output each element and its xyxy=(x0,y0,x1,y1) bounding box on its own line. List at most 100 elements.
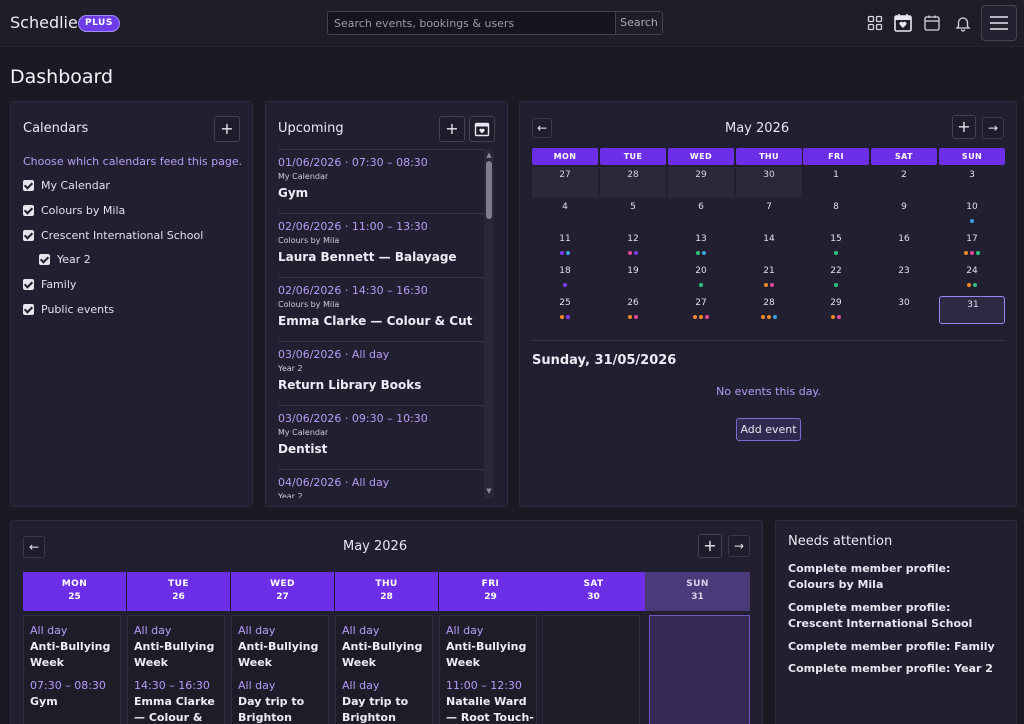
week-event[interactable]: All day Anti-Bullying Week xyxy=(238,624,328,671)
bell-icon[interactable] xyxy=(954,14,972,32)
upcoming-item[interactable]: 01/06/2026 · 07:30 – 08:30 My Calendar Gym xyxy=(278,150,484,214)
calendar-day-cell[interactable]: 18 xyxy=(532,263,598,294)
calendar-day-cell[interactable]: 6 xyxy=(668,199,734,230)
calendar-day-cell[interactable]: 25 xyxy=(532,295,598,326)
calendar-day-cell[interactable]: 12 xyxy=(600,231,666,262)
calendar-day-cell[interactable]: 9 xyxy=(871,199,937,230)
calendar-item[interactable]: Public events xyxy=(23,302,243,318)
next-week-button[interactable]: → xyxy=(728,535,750,557)
calendar-day-cell[interactable]: 2 xyxy=(871,167,937,198)
add-upcoming-button[interactable]: + xyxy=(439,116,465,142)
calendar-day-cell[interactable]: 13 xyxy=(668,231,734,262)
calendar-item[interactable]: Family xyxy=(23,277,243,293)
week-day-column[interactable]: All day Anti-Bullying Week All day Day trip… xyxy=(231,615,329,724)
calendar-day-cell[interactable]: 26 xyxy=(600,295,666,326)
apps-grid-icon[interactable] xyxy=(866,14,884,32)
calendar-day-cell[interactable]: 17 xyxy=(939,231,1005,262)
attention-item[interactable]: Complete member profile: Family xyxy=(788,639,1000,655)
upcoming-list[interactable]: 01/06/2026 · 07:30 – 08:30 My Calendar Gym… xyxy=(278,149,484,498)
prev-month-button[interactable]: ← xyxy=(532,118,552,138)
calendar-day-cell[interactable]: 15 xyxy=(803,231,869,262)
calendar-day-cell[interactable]: 28 xyxy=(736,295,802,326)
week-day-column[interactable] xyxy=(542,615,640,724)
calendar-day-cell[interactable]: 29 xyxy=(803,295,869,326)
week-day-column[interactable] xyxy=(649,615,750,724)
week-day-column[interactable]: All day Anti-Bullying Week 14:30 – 16:30 Em… xyxy=(127,615,225,724)
week-day-column[interactable]: All day Anti-Bullying Week 07:30 – 08:30 Gy… xyxy=(23,615,121,724)
calendar-day-cell[interactable]: 10 xyxy=(939,199,1005,230)
calendar-day-cell[interactable]: 30 xyxy=(871,295,937,326)
attention-item[interactable]: Complete member profile: Year 2 xyxy=(788,661,1000,677)
calendar-day-cell[interactable]: 19 xyxy=(600,263,666,294)
search-input[interactable] xyxy=(328,12,615,34)
week-event[interactable]: All day Anti-Bullying Week xyxy=(446,624,536,671)
app-logo[interactable]: Schedlie xyxy=(10,13,78,32)
calendar-day-cell[interactable]: 24 xyxy=(939,263,1005,294)
week-event[interactable]: 14:30 – 16:30 Emma Clarke — Colour & Cut xyxy=(134,679,224,724)
week-day-header[interactable]: TUE 26 xyxy=(127,572,230,611)
checkbox[interactable] xyxy=(23,230,34,241)
calendar-day-cell[interactable]: 14 xyxy=(736,231,802,262)
week-day-header[interactable]: SUN 31 xyxy=(645,572,750,611)
upcoming-item[interactable]: 04/06/2026 · All day Year 2 xyxy=(278,470,484,498)
calendar-day-cell[interactable]: 20 xyxy=(668,263,734,294)
checkbox[interactable] xyxy=(23,304,34,315)
calendar-day-cell[interactable]: 27 xyxy=(668,295,734,326)
calendar-item[interactable]: Crescent International School xyxy=(23,228,243,244)
hamburger-menu-button[interactable] xyxy=(981,5,1017,41)
week-event[interactable]: All day Anti-Bullying Week xyxy=(30,624,120,671)
calendar-day-cell[interactable]: 29 xyxy=(668,167,734,198)
upcoming-item[interactable]: 02/06/2026 · 11:00 – 13:30 Colours by Mil… xyxy=(278,214,484,278)
next-month-button[interactable]: → xyxy=(982,117,1004,139)
calendar-heart-icon[interactable] xyxy=(893,13,913,33)
calendar-day-cell[interactable]: 3 xyxy=(939,167,1005,198)
week-day-column[interactable]: All day Anti-Bullying Week All day Day trip… xyxy=(335,615,433,724)
upcoming-item[interactable]: 03/06/2026 · 09:30 – 10:30 My Calendar Den… xyxy=(278,406,484,470)
week-day-header[interactable]: FRI 29 xyxy=(439,572,542,611)
search-button[interactable]: Search xyxy=(615,12,662,34)
week-event[interactable]: 07:30 – 08:30 Gym xyxy=(30,679,120,710)
week-event[interactable]: All day Anti-Bullying Week xyxy=(342,624,432,671)
calendar-icon[interactable] xyxy=(923,14,941,32)
week-event[interactable]: 11:00 – 12:30 Natalie Ward — Root Touch-U… xyxy=(446,679,536,724)
calendar-day-cell[interactable]: 27 xyxy=(532,167,598,198)
upcoming-item[interactable]: 02/06/2026 · 14:30 – 16:30 Colours by Mil… xyxy=(278,278,484,342)
calendar-day-cell[interactable]: 1 xyxy=(803,167,869,198)
calendar-day-cell[interactable]: 30 xyxy=(736,167,802,198)
calendar-day-cell[interactable]: 21 xyxy=(736,263,802,294)
calendar-day-cell[interactable]: 22 xyxy=(803,263,869,294)
add-week-event-button[interactable]: + xyxy=(698,534,722,558)
checkbox[interactable] xyxy=(23,180,34,191)
add-calendar-button[interactable]: + xyxy=(214,116,240,142)
week-day-header[interactable]: THU 28 xyxy=(335,572,438,611)
calendar-item[interactable]: Colours by Mila xyxy=(23,203,243,219)
calendar-day-cell[interactable]: 11 xyxy=(532,231,598,262)
calendar-item[interactable]: My Calendar xyxy=(23,178,243,194)
calendar-day-cell[interactable]: 4 xyxy=(532,199,598,230)
calendar-day-cell[interactable]: 7 xyxy=(736,199,802,230)
calendar-day-cell[interactable]: 23 xyxy=(871,263,937,294)
checkbox[interactable] xyxy=(23,205,34,216)
calendar-day-cell[interactable]: 16 xyxy=(871,231,937,262)
upcoming-item[interactable]: 03/06/2026 · All day Year 2 Return Library… xyxy=(278,342,484,406)
calendar-day-cell[interactable]: 8 xyxy=(803,199,869,230)
week-day-header[interactable]: WED 27 xyxy=(231,572,334,611)
week-day-header[interactable]: MON 25 xyxy=(23,572,126,611)
calendar-day-cell[interactable]: 28 xyxy=(600,167,666,198)
prev-week-button[interactable]: ← xyxy=(23,536,45,558)
checkbox[interactable] xyxy=(23,279,34,290)
scroll-thumb[interactable] xyxy=(486,161,492,219)
scroll-up-icon[interactable]: ▲ xyxy=(485,151,493,159)
week-event[interactable]: All day Anti-Bullying Week xyxy=(134,624,224,671)
week-day-column[interactable]: All day Anti-Bullying Week 11:00 – 12:30 Na… xyxy=(439,615,537,724)
checkbox[interactable] xyxy=(39,254,50,265)
week-day-header[interactable]: SAT 30 xyxy=(542,572,645,611)
scroll-down-icon[interactable]: ▼ xyxy=(485,487,493,495)
week-event[interactable]: All day Day trip to Brighton xyxy=(238,679,328,724)
calendar-item[interactable]: Year 2 xyxy=(39,252,259,268)
add-event-button[interactable]: Add event xyxy=(736,418,801,441)
calendar-view-button[interactable] xyxy=(469,116,495,142)
calendar-day-cell[interactable]: 5 xyxy=(600,199,666,230)
attention-item[interactable]: Complete member profile: Crescent Intern… xyxy=(788,600,1000,632)
upcoming-scrollbar[interactable]: ▲ ▼ xyxy=(484,149,494,498)
